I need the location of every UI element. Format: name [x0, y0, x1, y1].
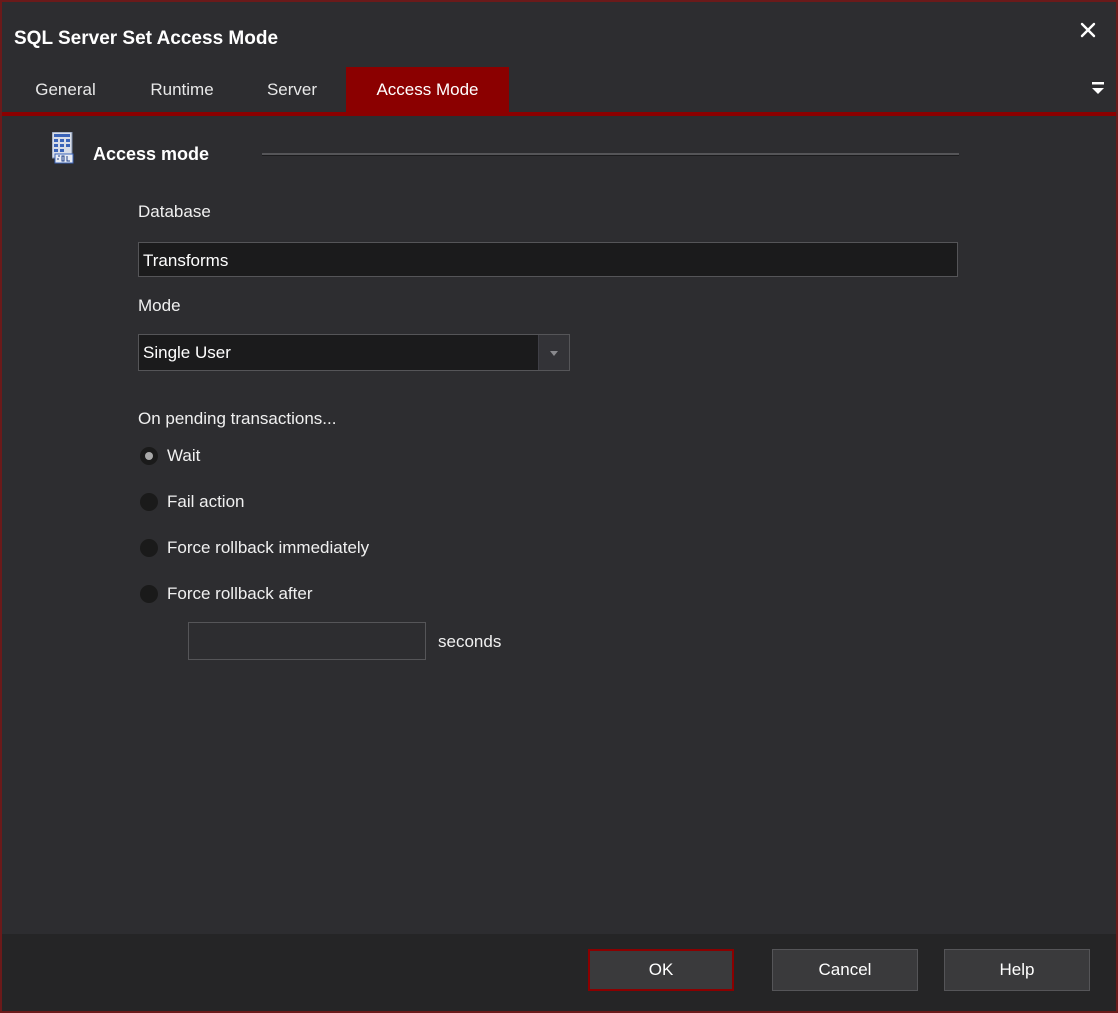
dialog-window: SQL Server Set Access Mode General Runti… — [0, 0, 1118, 1013]
window-title: SQL Server Set Access Mode — [14, 28, 279, 49]
sql-table-icon — [51, 131, 74, 164]
button-bar: OK Cancel Help — [2, 934, 1116, 1011]
mode-label: Mode — [138, 296, 181, 315]
wait-label: Wait — [167, 446, 201, 465]
chevron-down-icon — [550, 351, 558, 356]
mode-select-value: Single User — [143, 343, 231, 362]
section-divider — [262, 153, 959, 156]
tab-general[interactable]: General — [14, 67, 117, 112]
mode-dropdown-button[interactable] — [538, 335, 569, 370]
help-button[interactable]: Help — [944, 949, 1090, 991]
fail-action-label: Fail action — [167, 492, 245, 511]
force-rollback-after-label: Force rollback after — [167, 584, 313, 603]
tab-content: Access mode Database Transforms Mode Sin… — [2, 116, 1116, 934]
database-field[interactable]: Transforms — [138, 242, 958, 277]
close-icon[interactable] — [1076, 18, 1100, 42]
tab-access-mode[interactable]: Access Mode — [346, 67, 509, 112]
tab-server[interactable]: Server — [246, 67, 338, 112]
wait-radio[interactable] — [140, 447, 158, 465]
force-rollback-immediately-label: Force rollback immediately — [167, 538, 370, 557]
section-title: Access mode — [93, 144, 210, 164]
pending-transactions-label: On pending transactions... — [138, 409, 337, 428]
mode-select[interactable]: Single User — [138, 334, 570, 371]
force-rollback-immediately-radio[interactable] — [140, 539, 158, 557]
ok-button[interactable]: OK — [588, 949, 734, 991]
tab-strip: General Runtime Server Access Mode — [2, 67, 1116, 112]
database-label: Database — [138, 202, 211, 221]
force-rollback-after-radio[interactable] — [140, 585, 158, 603]
seconds-label: seconds — [438, 632, 502, 651]
tab-runtime[interactable]: Runtime — [126, 67, 238, 112]
tab-overflow-menu-icon[interactable] — [1090, 79, 1106, 97]
seconds-field[interactable] — [188, 622, 426, 660]
title-bar: SQL Server Set Access Mode — [2, 2, 1116, 66]
fail-action-radio[interactable] — [140, 493, 158, 511]
cancel-button[interactable]: Cancel — [772, 949, 918, 991]
